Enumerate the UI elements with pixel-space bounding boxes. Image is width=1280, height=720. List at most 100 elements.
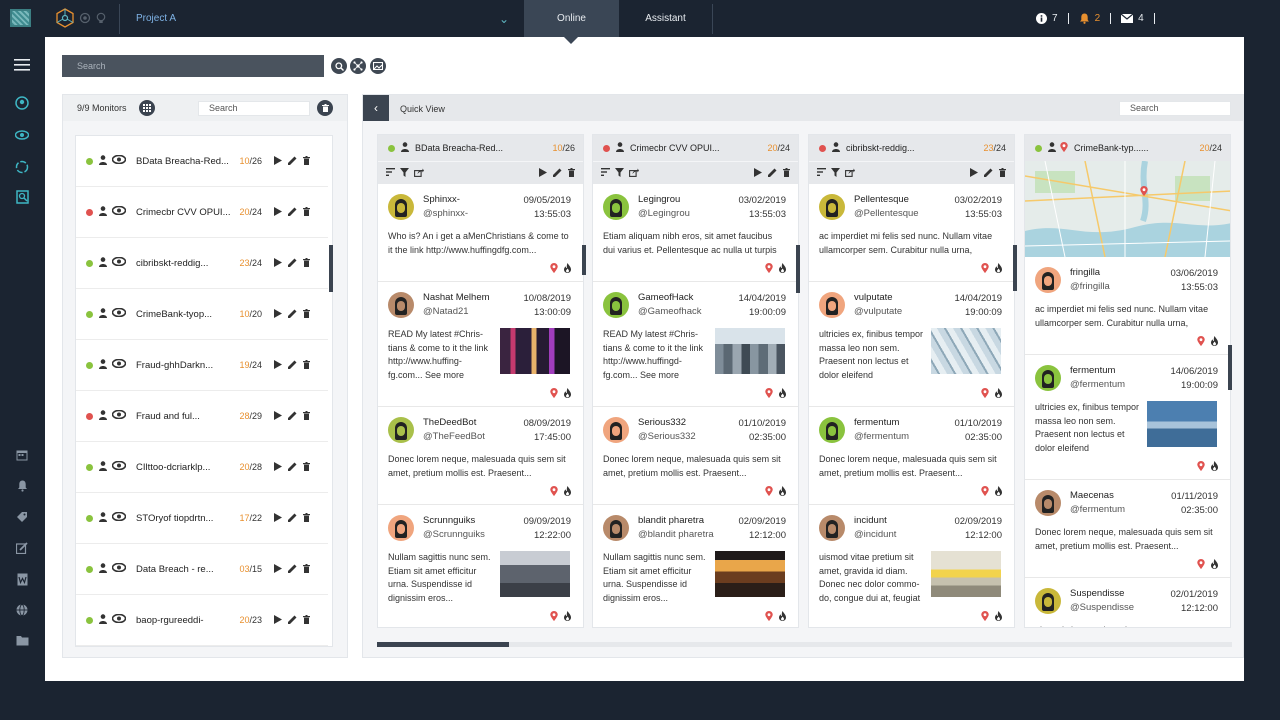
edit-icon[interactable] <box>288 258 297 269</box>
post-image[interactable] <box>500 551 570 597</box>
location-pin-icon[interactable] <box>765 611 773 623</box>
author-name[interactable]: fermentum <box>1070 365 1170 379</box>
avatar[interactable] <box>819 194 845 220</box>
sort-icon[interactable] <box>601 167 610 179</box>
app-logo[interactable] <box>10 9 31 27</box>
avatar[interactable] <box>388 194 414 220</box>
eye-icon[interactable] <box>12 127 32 143</box>
lightbulb-icon[interactable] <box>95 12 107 24</box>
hamburger-menu-icon[interactable] <box>12 57 32 73</box>
avatar[interactable] <box>819 292 845 318</box>
author-name[interactable]: Maecenas <box>1070 490 1171 504</box>
eye-icon[interactable] <box>111 613 127 626</box>
settings-icon[interactable] <box>79 12 91 24</box>
author-handle[interactable]: @fringilla <box>1070 281 1170 292</box>
play-icon[interactable] <box>274 257 282 269</box>
edit-icon[interactable] <box>984 168 993 179</box>
search-icon[interactable] <box>331 58 347 74</box>
map-marker-icon[interactable] <box>1140 186 1148 199</box>
play-icon[interactable] <box>274 461 282 473</box>
monitors-scrollbar[interactable] <box>329 245 333 292</box>
edit-icon[interactable] <box>288 462 297 473</box>
feed-post[interactable]: fermentum @fermentum 01/10/2019 02:35:00… <box>809 407 1014 505</box>
edit-icon[interactable] <box>288 156 297 167</box>
author-handle[interactable]: @Legingrou <box>638 208 738 219</box>
tab-online[interactable]: Online <box>524 0 619 37</box>
eye-icon[interactable] <box>111 562 127 575</box>
fire-icon[interactable] <box>779 263 786 275</box>
feed-post[interactable]: TheDeedBot @TheFeedBot 08/09/2019 17:45:… <box>378 407 583 505</box>
grid-view-icon[interactable] <box>139 100 155 116</box>
trash-icon[interactable] <box>999 167 1006 179</box>
edit-icon[interactable] <box>288 513 297 524</box>
trash-icon[interactable] <box>568 167 575 179</box>
author-name[interactable]: Sphinxx- <box>423 194 523 208</box>
trash-icon[interactable] <box>303 461 310 473</box>
location-pin-icon[interactable] <box>765 388 773 400</box>
bell-icon[interactable] <box>12 478 32 494</box>
play-icon[interactable] <box>539 167 547 179</box>
sort-icon[interactable] <box>386 167 395 179</box>
author-handle[interactable]: @incidunt <box>854 529 954 540</box>
monitor-row[interactable]: CrimeBank-tyop... 10/20 <box>76 289 328 340</box>
edit-icon[interactable] <box>288 309 297 320</box>
tag-icon[interactable] <box>12 509 32 525</box>
monitor-row[interactable]: baop-rgureeddi- 20/23 <box>76 595 328 646</box>
author-handle[interactable]: @fermentum <box>1070 504 1171 515</box>
location-pin-icon[interactable] <box>550 486 558 498</box>
trash-icon[interactable] <box>303 563 310 575</box>
trash-icon[interactable] <box>303 410 310 422</box>
post-image[interactable] <box>715 328 785 374</box>
eye-icon[interactable] <box>111 307 127 320</box>
user-circle-icon[interactable] <box>12 95 32 111</box>
fire-icon[interactable] <box>564 486 571 498</box>
play-icon[interactable] <box>274 359 282 371</box>
trash-icon[interactable] <box>303 359 310 371</box>
fire-icon[interactable] <box>995 263 1002 275</box>
avatar[interactable] <box>603 292 629 318</box>
avatar[interactable] <box>388 417 414 443</box>
location-pin-icon[interactable] <box>550 263 558 275</box>
mail-counter[interactable]: 4 <box>1121 13 1144 24</box>
author-name[interactable]: fermentum <box>854 417 954 431</box>
avatar[interactable] <box>1035 588 1061 614</box>
author-name[interactable]: Pellentesque <box>854 194 954 208</box>
monitor-row[interactable]: CIlttoo-dcriarklp... 20/28 <box>76 442 328 493</box>
fire-icon[interactable] <box>995 388 1002 400</box>
play-icon[interactable] <box>274 512 282 524</box>
project-name[interactable]: Project A <box>136 13 176 24</box>
feed-post[interactable]: Legingrou @Legingrou 03/02/2019 13:55:03… <box>593 184 798 282</box>
author-name[interactable]: blandit pharetra <box>638 515 738 529</box>
eye-icon[interactable] <box>111 460 127 473</box>
image-search-icon[interactable] <box>370 58 386 74</box>
trash-icon[interactable] <box>303 614 310 626</box>
report-icon[interactable] <box>12 189 32 205</box>
word-doc-icon[interactable] <box>12 571 32 587</box>
fire-icon[interactable] <box>1211 336 1218 348</box>
eye-icon[interactable] <box>111 358 127 371</box>
author-handle[interactable]: @Natad21 <box>423 306 523 317</box>
globe-icon[interactable] <box>12 602 32 618</box>
quick-view-search-input[interactable]: Search <box>1119 101 1231 116</box>
location-pin-icon[interactable] <box>550 611 558 623</box>
avatar[interactable] <box>1035 490 1061 516</box>
trash-icon[interactable] <box>303 512 310 524</box>
column-scrollbar[interactable] <box>582 245 586 275</box>
eye-icon[interactable] <box>111 511 127 524</box>
sort-icon[interactable] <box>817 167 826 179</box>
author-handle[interactable]: @sphinxx- <box>423 208 523 219</box>
monitors-search-input[interactable]: Search <box>198 101 310 116</box>
location-pin-icon[interactable] <box>1197 461 1205 473</box>
fire-icon[interactable] <box>995 486 1002 498</box>
trash-icon[interactable] <box>303 308 310 320</box>
author-handle[interactable]: @vulputate <box>854 306 954 317</box>
column-scrollbar[interactable] <box>1013 245 1017 291</box>
feed-post[interactable]: fringilla @fringilla 03/06/2019 13:55:03… <box>1025 257 1230 355</box>
author-handle[interactable]: @Serious332 <box>638 431 738 442</box>
fire-icon[interactable] <box>1211 461 1218 473</box>
location-pin-icon[interactable] <box>981 263 989 275</box>
network-icon[interactable] <box>350 58 366 74</box>
location-pin-icon[interactable] <box>981 486 989 498</box>
author-name[interactable]: Nashat Melhem <box>423 292 523 306</box>
trash-icon[interactable] <box>303 155 310 167</box>
